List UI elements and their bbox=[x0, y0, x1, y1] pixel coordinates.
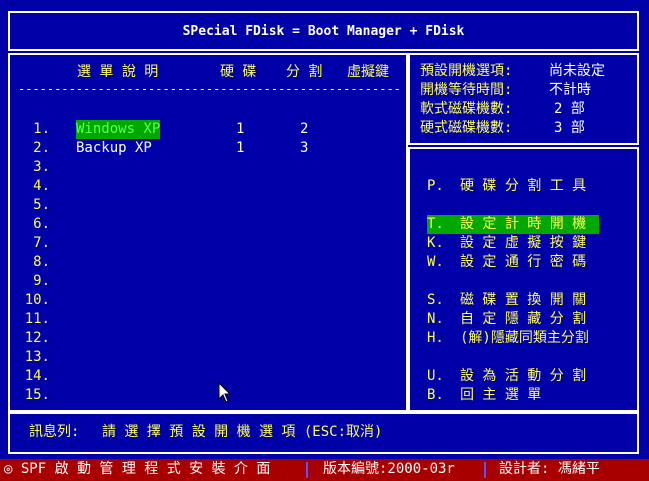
entry-number: 8. bbox=[33, 254, 50, 270]
table-row[interactable]: 3. bbox=[10, 158, 406, 177]
menu-key-k: K. bbox=[427, 235, 444, 251]
entry-number: 6. bbox=[33, 216, 50, 232]
title-panel: SPecial FDisk = Boot Manager + FDisk bbox=[8, 11, 639, 51]
menu-label-disk-swap: 磁 碟 置 換 開 關 bbox=[460, 292, 587, 308]
entry-number: 1. bbox=[33, 121, 50, 137]
table-separator: ----------------------------------------… bbox=[18, 82, 400, 96]
entry-number: 4. bbox=[33, 178, 50, 194]
menu-key-w: W. bbox=[427, 254, 444, 270]
entry-disk: 1 bbox=[236, 140, 245, 156]
floppy-count-value: 2 部 bbox=[554, 101, 585, 117]
menu-label-password: 設 定 通 行 密 碼 bbox=[460, 254, 587, 270]
status-bar: ◎ SPF 啟 動 管 理 程 式 安 裝 介 面 版本編號:2000-03r … bbox=[0, 459, 649, 481]
default-boot-label: 預設開機選項: bbox=[420, 63, 513, 79]
menu-key-s: S. bbox=[427, 292, 444, 308]
hard-disk-count-value: 3 部 bbox=[554, 120, 585, 136]
app-title: SPecial FDisk = Boot Manager + FDisk bbox=[182, 24, 465, 39]
status-separator bbox=[484, 462, 486, 478]
table-row[interactable]: 8. bbox=[10, 253, 406, 272]
wait-time-value: 不計時 bbox=[549, 82, 591, 98]
menu-label-timed-boot: 設 定 計 時 開 機 bbox=[460, 216, 587, 232]
entry-number: 13. bbox=[24, 349, 50, 365]
default-boot-value: 尚未設定 bbox=[549, 63, 605, 79]
menu-label-partition-tool: 硬 碟 分 割 工 具 bbox=[460, 178, 587, 194]
installer-label: ◎ SPF 啟 動 管 理 程 式 安 裝 介 面 bbox=[4, 461, 271, 477]
function-menu-panel: P. 硬 碟 分 割 工 具 T. 設 定 計 時 開 機 K. 設 定 虛 擬… bbox=[408, 147, 639, 412]
entry-description: Windows XP bbox=[76, 120, 161, 139]
menu-key-p: P. bbox=[427, 178, 444, 194]
message-label: 訊息列: bbox=[29, 424, 80, 440]
entry-number: 3. bbox=[33, 159, 50, 175]
table-row[interactable]: 10. bbox=[10, 291, 406, 310]
message-panel: 訊息列: 請 選 擇 預 設 開 機 選 項 (ESC:取消) bbox=[8, 412, 639, 454]
hard-disk-count-label: 硬式磁碟機數: bbox=[420, 120, 513, 136]
entry-number: 9. bbox=[33, 273, 50, 289]
status-separator bbox=[306, 462, 308, 478]
table-row[interactable]: 4. bbox=[10, 177, 406, 196]
menu-label-unhide-primary: (解)隱藏同類主分割 bbox=[460, 330, 589, 346]
menu-key-u: U. bbox=[427, 368, 444, 384]
table-row[interactable]: 13. bbox=[10, 348, 406, 367]
entry-number: 7. bbox=[33, 235, 50, 251]
table-row[interactable]: 14. bbox=[10, 367, 406, 386]
entry-number: 14. bbox=[24, 368, 50, 384]
info-panel: 預設開機選項: 尚未設定 開機等待時間: 不計時 軟式磁碟機數: 2 部 硬式磁… bbox=[408, 53, 639, 145]
entry-number: 15. bbox=[24, 387, 50, 403]
entry-number: 12. bbox=[24, 330, 50, 346]
table-row[interactable]: 7. bbox=[10, 234, 406, 253]
table-row[interactable]: 9. bbox=[10, 272, 406, 291]
entry-partition: 2 bbox=[300, 121, 309, 137]
table-row[interactable]: 15. bbox=[10, 386, 406, 405]
entry-number: 5. bbox=[33, 197, 50, 213]
wait-time-label: 開機等待時間: bbox=[420, 82, 513, 98]
table-row[interactable]: 5. bbox=[10, 196, 406, 215]
table-row[interactable]: 1. Windows XP 1 2 bbox=[10, 120, 406, 139]
boot-menu-panel: 選 單 說 明 硬 碟 分 割 虛擬鍵 --------------------… bbox=[8, 53, 408, 412]
menu-label-hide-partition: 自 定 隱 藏 分 割 bbox=[460, 311, 587, 327]
author-label: 設計者: 馮緒平 bbox=[499, 461, 600, 477]
mouse-cursor-icon bbox=[218, 382, 232, 403]
entry-partition: 3 bbox=[300, 140, 309, 156]
message-text: 請 選 擇 預 設 開 機 選 項 (ESC:取消) bbox=[102, 424, 383, 440]
menu-label-hotkeys: 設 定 虛 擬 按 鍵 bbox=[460, 235, 587, 251]
entry-number: 11. bbox=[24, 311, 50, 327]
menu-label-back: 回 主 選 單 bbox=[460, 387, 542, 403]
version-label: 版本編號:2000-03r bbox=[323, 461, 455, 477]
table-row[interactable]: 6. bbox=[10, 215, 406, 234]
menu-key-h: H. bbox=[427, 330, 444, 346]
menu-label-set-active: 設 為 活 動 分 割 bbox=[460, 368, 587, 384]
menu-key-b: B. bbox=[427, 387, 444, 403]
table-row[interactable]: 12. bbox=[10, 329, 406, 348]
table-row[interactable]: 11. bbox=[10, 310, 406, 329]
floppy-count-label: 軟式磁碟機數: bbox=[420, 101, 513, 117]
table-row[interactable]: 2. Backup XP 1 3 bbox=[10, 139, 406, 158]
menu-key-n: N. bbox=[427, 311, 444, 327]
entry-description: Backup XP bbox=[76, 140, 152, 156]
entry-number: 2. bbox=[33, 140, 50, 156]
entry-number: 10. bbox=[24, 292, 50, 308]
entry-disk: 1 bbox=[236, 121, 245, 137]
